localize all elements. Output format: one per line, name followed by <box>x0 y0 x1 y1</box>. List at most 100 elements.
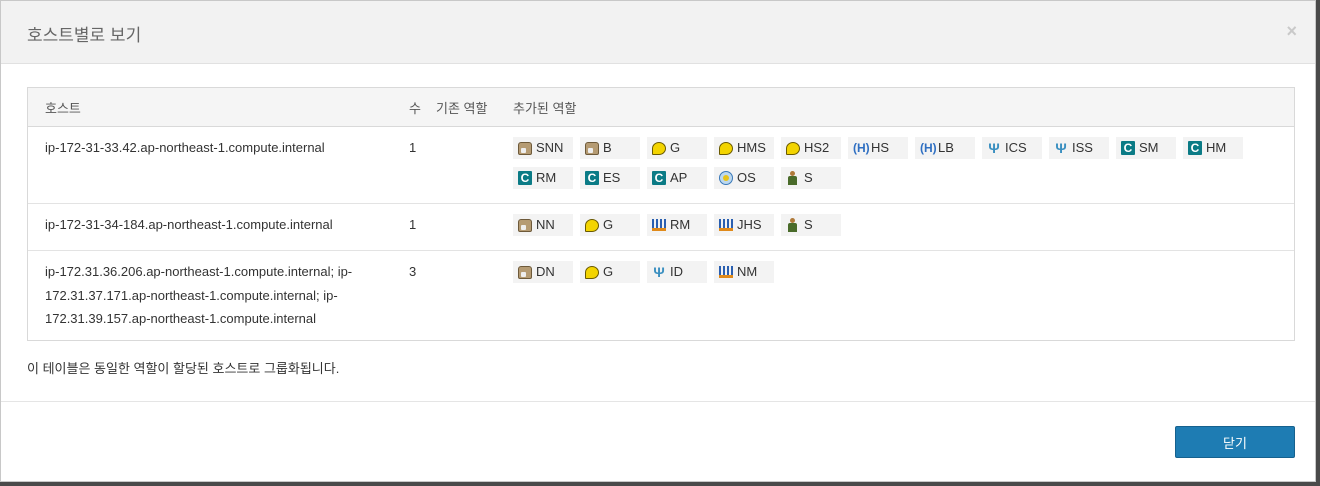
role-label: S <box>804 217 813 233</box>
added-roles: DN G Ψ ID NM <box>513 251 1294 340</box>
host-name: ip-172.31.36.206.ap-northeast-1.compute.… <box>45 264 353 279</box>
role-label: S <box>804 170 813 186</box>
close-icon[interactable]: × <box>1286 21 1297 42</box>
role-label: NN <box>536 217 555 233</box>
role-label: ICS <box>1005 140 1027 156</box>
host-name: 172.31.39.157.ap-northeast-1.compute.int… <box>45 311 317 326</box>
hue-icon: (H) <box>853 141 870 155</box>
role-label: NM <box>737 264 758 280</box>
role-label: DN <box>536 264 555 280</box>
role-label: HS2 <box>804 140 830 156</box>
header-host: 호스트 <box>28 88 409 127</box>
role-label: JHS <box>737 217 762 233</box>
role-badge[interactable]: HMS <box>714 137 774 159</box>
table-row: ip-172-31-34-184.ap-northeast-1.compute.… <box>28 203 1294 251</box>
impala-fork-icon: Ψ <box>653 264 665 280</box>
base-roles <box>436 251 513 340</box>
role-label: HS <box>871 140 890 156</box>
role-badge[interactable]: NM <box>714 261 774 283</box>
impala-fork-icon: Ψ <box>1055 140 1067 156</box>
role-label: ES <box>603 170 621 186</box>
role-badge[interactable]: Ψ ICS <box>982 137 1042 159</box>
role-badge[interactable]: NN <box>513 214 573 236</box>
hdfs-icon <box>518 141 532 155</box>
yarn-grid-icon <box>719 266 733 278</box>
role-badge[interactable]: Ψ ID <box>647 261 707 283</box>
oozie-icon <box>719 171 733 185</box>
added-roles: SNN B G HMS HS2 (H) HS (H) LB Ψ ICS Ψ ISS C SM C HM C RM C E… <box>513 126 1294 204</box>
role-label: OS <box>737 170 756 186</box>
host-cell: ip-172-31-34-184.ap-northeast-1.compute.… <box>28 203 409 251</box>
base-roles <box>436 126 513 204</box>
host-cell: ip-172.31.36.206.ap-northeast-1.compute.… <box>28 251 409 340</box>
role-badge[interactable]: C SM <box>1116 137 1176 159</box>
role-badge[interactable]: SNN <box>513 137 573 159</box>
role-badge[interactable]: S <box>781 214 841 236</box>
dialog-header: 호스트별로 보기 × <box>1 1 1315 64</box>
role-badge[interactable]: DN <box>513 261 573 283</box>
role-badge[interactable]: (H) HS <box>848 137 908 159</box>
role-badge[interactable]: B <box>580 137 640 159</box>
cloudera-c-icon: C <box>518 171 532 185</box>
header-base-roles: 기존 역할 <box>436 88 513 127</box>
role-badge[interactable]: C AP <box>647 167 707 189</box>
role-badge[interactable]: Ψ ISS <box>1049 137 1109 159</box>
host-cell: ip-172-31-33.42.ap-northeast-1.compute.i… <box>28 126 409 204</box>
hosts-table: 호스트 수 기존 역할 추가된 역할 ip-172-31-33.42.ap-no… <box>27 87 1295 341</box>
base-roles <box>436 203 513 251</box>
table-header-row: 호스트 수 기존 역할 추가된 역할 <box>28 88 1294 127</box>
role-badge[interactable]: C ES <box>580 167 640 189</box>
table-row: ip-172-31-33.42.ap-northeast-1.compute.i… <box>28 126 1294 204</box>
hdfs-icon <box>518 265 532 279</box>
spark-man-icon <box>786 171 800 185</box>
hive-bee-icon <box>786 141 800 155</box>
role-badge[interactable]: OS <box>714 167 774 189</box>
yarn-grid-icon <box>719 219 733 231</box>
cloudera-c-icon: C <box>1121 141 1135 155</box>
dialog-title: 호스트별로 보기 <box>27 26 142 45</box>
host-name: ip-172-31-34-184.ap-northeast-1.compute.… <box>45 217 333 232</box>
host-name: 172.31.37.171.ap-northeast-1.compute.int… <box>45 287 338 303</box>
cloudera-c-icon: C <box>585 171 599 185</box>
hdfs-icon <box>585 141 599 155</box>
header-count: 수 <box>409 88 436 127</box>
role-label: RM <box>670 217 691 233</box>
role-label: HM <box>1206 140 1227 156</box>
role-badge[interactable]: G <box>647 137 707 159</box>
role-badge[interactable]: G <box>580 214 640 236</box>
role-label: RM <box>536 170 557 186</box>
host-name: ip-172-31-33.42.ap-northeast-1.compute.i… <box>45 140 325 155</box>
hive-bee-icon <box>719 141 733 155</box>
cloudera-c-icon: C <box>1188 141 1202 155</box>
table-row: ip-172.31.36.206.ap-northeast-1.compute.… <box>28 251 1294 340</box>
role-label: SM <box>1139 140 1159 156</box>
role-label: G <box>603 217 614 233</box>
hdfs-icon <box>518 218 532 232</box>
yarn-grid-icon <box>652 219 666 231</box>
spark-man-icon <box>786 218 800 232</box>
hive-bee-icon <box>652 141 666 155</box>
added-roles: NN G RM JHS S <box>513 203 1294 251</box>
host-count: 3 <box>409 264 417 279</box>
role-label: LB <box>938 140 954 156</box>
hosts-dialog: 호스트별로 보기 × 호스트 수 기존 역할 추가된 역할 ip-172-31-… <box>0 0 1316 482</box>
role-badge[interactable]: (H) LB <box>915 137 975 159</box>
close-button[interactable]: 닫기 <box>1175 426 1295 458</box>
table-note: 이 테이블은 동일한 역할이 할당된 호스트로 그룹화됩니다. <box>27 361 340 376</box>
role-label: SNN <box>536 140 564 156</box>
role-badge[interactable]: JHS <box>714 214 774 236</box>
header-added-roles: 추가된 역할 <box>513 88 1294 127</box>
role-badge[interactable]: C RM <box>513 167 573 189</box>
role-badge[interactable]: C HM <box>1183 137 1243 159</box>
role-label: AP <box>670 170 688 186</box>
role-label: G <box>670 140 681 156</box>
role-badge[interactable]: S <box>781 167 841 189</box>
role-badge[interactable]: G <box>580 261 640 283</box>
cloudera-c-icon: C <box>652 171 666 185</box>
role-label: B <box>603 140 612 156</box>
dialog-footer <box>1 401 1315 402</box>
role-label: ID <box>670 264 683 280</box>
hive-bee-icon <box>585 218 599 232</box>
role-badge[interactable]: HS2 <box>781 137 841 159</box>
role-badge[interactable]: RM <box>647 214 707 236</box>
